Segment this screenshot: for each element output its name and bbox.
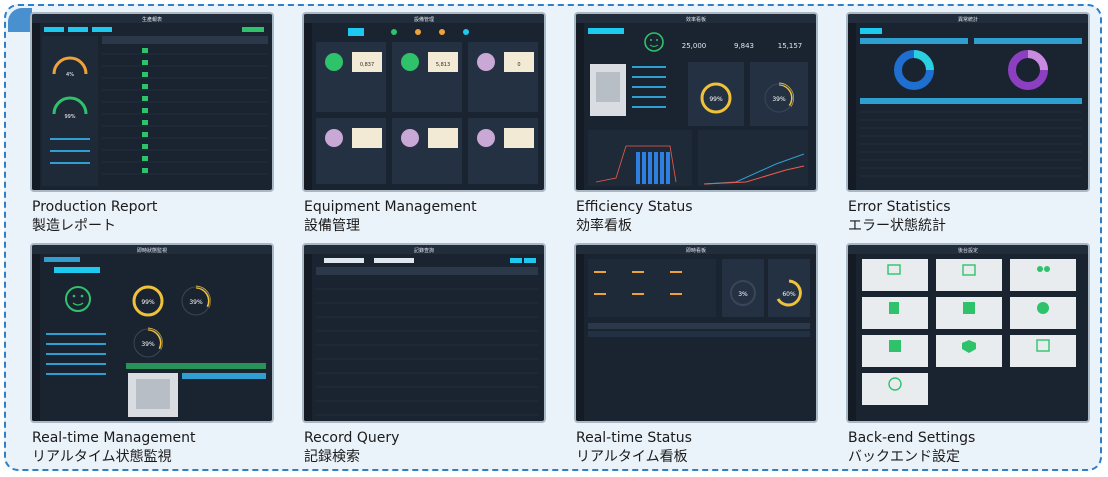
caption-en: Real-time Status <box>576 430 692 446</box>
screen-title: 記錄查詢 <box>414 247 434 254</box>
gauge-value: 39% <box>141 341 155 348</box>
report-table <box>102 36 268 175</box>
thumb-error-statistics[interactable]: 異常統計 <box>846 12 1090 192</box>
card-caption: Real-time Status リアルタイム看板 <box>576 429 820 467</box>
caption-jp: 記録検索 <box>304 449 360 465</box>
caption-jp: 設備管理 <box>304 218 360 234</box>
caption-en: Equipment Management <box>304 199 477 215</box>
thumb-efficiency-status[interactable]: 效率看板 25,000 9,843 15,157 99% 39% <box>574 12 818 192</box>
gauge-value: 60% <box>782 291 796 298</box>
gauge-value: 99% <box>64 114 75 120</box>
metric-number: 25,000 <box>682 42 707 50</box>
thumb-equipment-management[interactable]: 設備管理 0,837 5,813 0 <box>302 12 546 192</box>
gauge-value: 39% <box>189 299 203 306</box>
screenshot-grid: 生產報表 4% 99% Production Report 製造レポート 設備管… <box>30 12 1102 472</box>
caption-jp: リアルタイム状態監視 <box>32 449 172 465</box>
panel-value: 0,837 <box>360 62 374 68</box>
caption-jp: バックエンド設定 <box>848 449 960 465</box>
card-caption: Production Report 製造レポート <box>32 198 276 236</box>
efficiency-status-screen: 效率看板 25,000 9,843 15,157 99% 39% <box>576 14 816 190</box>
card-caption: Efficiency Status 効率看板 <box>576 198 820 236</box>
production-report-screen: 生產報表 4% 99% <box>32 14 272 190</box>
record-query-screen: 記錄查詢 <box>304 245 544 421</box>
caption-en: Efficiency Status <box>576 199 693 215</box>
gauge-value: 39% <box>772 96 786 103</box>
screen-title: 生產報表 <box>142 16 162 23</box>
realtime-management-screen: 即時狀態監視 99% 39% 39% <box>32 245 272 421</box>
frame-corner-accent <box>8 8 32 32</box>
gauge-value: 99% <box>141 299 155 306</box>
equipment-panels: 0,837 5,813 0 <box>316 42 538 184</box>
caption-en: Real-time Management <box>32 430 196 446</box>
record-table <box>316 288 538 416</box>
status-timeline <box>126 363 266 369</box>
caption-jp: 効率看板 <box>576 218 632 234</box>
search-input <box>324 258 364 263</box>
screen-title: 效率看板 <box>686 16 706 23</box>
gauge-value: 4% <box>66 72 74 78</box>
screen-title: 設備管理 <box>414 16 434 23</box>
thumb-backend-settings[interactable]: 後台設定 <box>846 243 1090 423</box>
date-input <box>374 258 414 263</box>
thumb-production-report[interactable]: 生產報表 4% 99% <box>30 12 274 192</box>
card-caption: Real-time Management リアルタイム状態監視 <box>32 429 276 467</box>
screen-title: 即時狀態監視 <box>137 247 167 254</box>
card-caption: Equipment Management 設備管理 <box>304 198 548 236</box>
caption-jp: 製造レポート <box>32 218 116 234</box>
caption-en: Record Query <box>304 430 400 446</box>
error-statistics-screen: 異常統計 <box>848 14 1088 190</box>
thumb-realtime-status[interactable]: 即時看板 3% 60% <box>574 243 818 423</box>
thumb-record-query[interactable]: 記錄查詢 <box>302 243 546 423</box>
card-caption: Record Query 記録検索 <box>304 429 548 467</box>
card-caption: Back-end Settings バックエンド設定 <box>848 429 1092 467</box>
screen-title: 異常統計 <box>958 16 978 23</box>
metric-number: 9,843 <box>734 42 754 50</box>
equipment-management-screen: 設備管理 0,837 5,813 0 <box>304 14 544 190</box>
backend-settings-screen: 後台設定 <box>848 245 1088 421</box>
settings-tiles <box>862 259 1076 405</box>
panel-value: 0 <box>517 62 520 68</box>
caption-jp: リアルタイム看板 <box>576 449 688 465</box>
caption-jp: エラー状態統計 <box>848 218 946 234</box>
gauge-value: 3% <box>738 291 748 298</box>
caption-en: Back-end Settings <box>848 430 976 446</box>
realtime-status-screen: 即時看板 3% 60% <box>576 245 816 421</box>
screen-title: 即時看板 <box>686 247 706 254</box>
screen-title: 後台設定 <box>958 247 978 254</box>
card-caption: Error Statistics エラー状態統計 <box>848 198 1092 236</box>
caption-en: Error Statistics <box>848 199 951 215</box>
caption-en: Production Report <box>32 199 158 215</box>
thumb-realtime-management[interactable]: 即時狀態監視 99% 39% 39% <box>30 243 274 423</box>
panel-value: 5,813 <box>436 62 450 68</box>
gauge-value: 99% <box>709 96 723 103</box>
metric-number: 15,157 <box>778 42 803 50</box>
error-table <box>860 111 1082 177</box>
